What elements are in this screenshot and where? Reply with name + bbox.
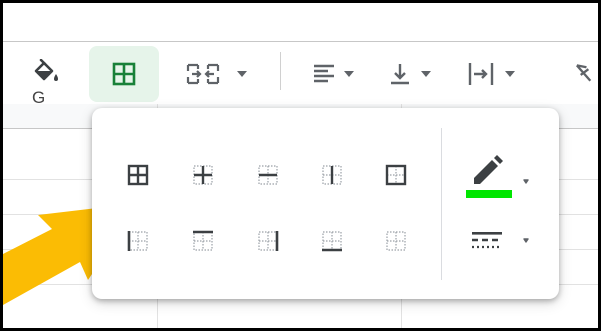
outer-borders-option[interactable] xyxy=(378,157,414,193)
clear-borders-icon xyxy=(386,231,406,251)
vertical-borders-option[interactable] xyxy=(314,157,350,193)
border-style-button[interactable] xyxy=(462,220,540,260)
top-border-option[interactable] xyxy=(185,223,221,259)
left-border-option[interactable] xyxy=(120,223,156,259)
all-borders-icon xyxy=(127,164,149,186)
bottom-border-option[interactable] xyxy=(314,223,350,259)
horizontal-borders-icon xyxy=(258,165,278,185)
borders-menu xyxy=(92,108,559,299)
right-border-option[interactable] xyxy=(250,223,286,259)
menu-separator xyxy=(441,128,442,280)
border-style-icon xyxy=(472,232,529,249)
clear-borders-option[interactable] xyxy=(378,223,414,259)
bottom-border-icon xyxy=(322,231,342,252)
border-color-button[interactable] xyxy=(462,150,540,206)
outer-borders-icon xyxy=(385,164,407,186)
vertical-borders-icon xyxy=(322,165,342,185)
left-border-icon xyxy=(127,231,148,251)
inner-borders-icon xyxy=(193,165,213,185)
pencil-icon xyxy=(466,155,529,198)
horizontal-borders-option[interactable] xyxy=(250,157,286,193)
border-color-swatch xyxy=(466,190,512,198)
all-borders-option[interactable] xyxy=(120,157,156,193)
top-border-icon xyxy=(193,230,213,251)
inner-borders-option[interactable] xyxy=(185,157,221,193)
right-border-icon xyxy=(258,231,279,251)
